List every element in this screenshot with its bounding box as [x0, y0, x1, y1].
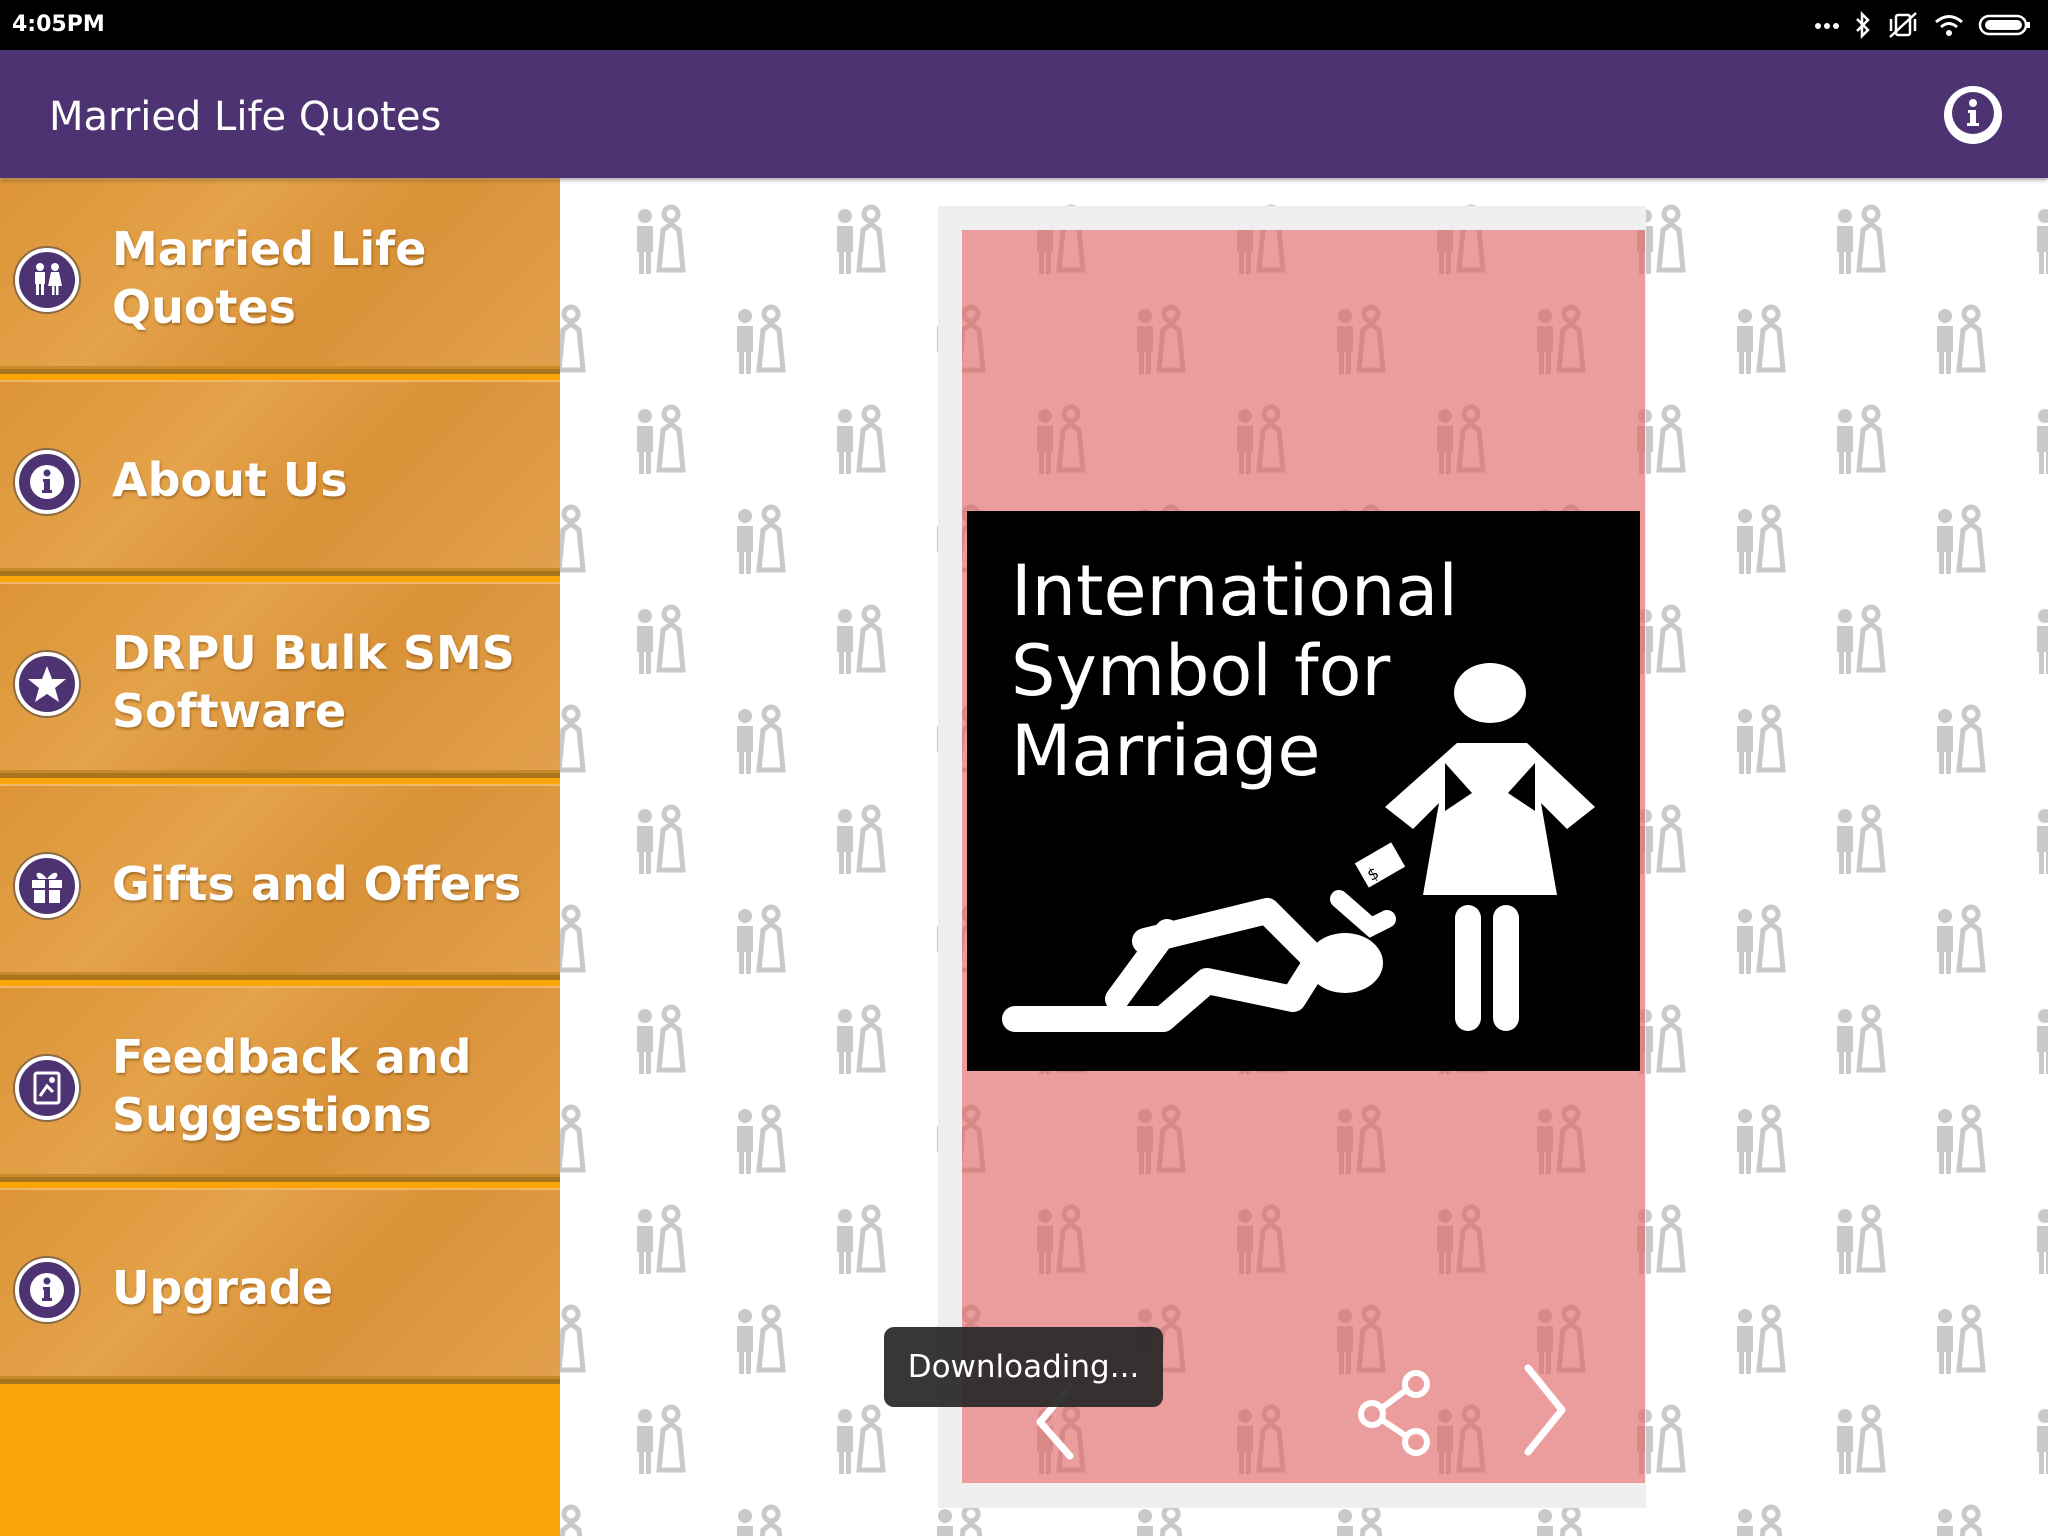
star-icon: [15, 652, 79, 716]
drawer-item-drpu-bulk-sms[interactable]: DRPU Bulk SMS Software: [0, 582, 560, 778]
chevron-right-icon: [1518, 1364, 1568, 1462]
vibrate-off-icon: [1886, 11, 1920, 39]
status-bar: 4:05PM: [0, 0, 2048, 50]
drawer-item-married-life-quotes[interactable]: Married Life Quotes: [0, 178, 560, 374]
wifi-icon: [1934, 13, 1964, 37]
share-icon: [1356, 1370, 1436, 1460]
share-button[interactable]: [1356, 1370, 1436, 1461]
status-time: 4:05PM: [12, 12, 105, 37]
chevron-left-icon: [1030, 1382, 1080, 1464]
drawer-item-label: Feedback and Suggestions: [112, 1030, 472, 1142]
quote-image[interactable]: $ International Symbol for Marriage: [967, 511, 1640, 1071]
drawer-item-gifts-and-offers[interactable]: Gifts and Offers: [0, 784, 560, 980]
download-toast: Downloading...: [884, 1327, 1163, 1407]
drawer-item-about-us[interactable]: About Us: [0, 380, 560, 576]
drawer-item-label: About Us: [112, 453, 348, 507]
info-icon: [1950, 90, 1996, 141]
info-icon: [15, 1258, 79, 1322]
drawer-item-label: Gifts and Offers: [112, 857, 522, 911]
app-title: Married Life Quotes: [49, 94, 442, 140]
toast-text: Downloading...: [907, 1349, 1140, 1385]
drawer-item-label: DRPU Bulk SMS Software: [112, 626, 515, 738]
app-bar: Married Life Quotes: [0, 50, 2048, 178]
drawer-item-label: Upgrade: [112, 1261, 334, 1315]
bluetooth-icon: [1854, 11, 1872, 39]
drawer-item-feedback[interactable]: Feedback and Suggestions: [0, 986, 560, 1182]
info-icon: [15, 450, 79, 514]
battery-icon: [1978, 13, 2032, 37]
quote-text: International Symbol for Marriage: [1011, 550, 1458, 792]
couple-icon: [15, 248, 79, 312]
drawer-item-label: Married Life Quotes: [112, 222, 427, 334]
next-button[interactable]: [1518, 1362, 1568, 1463]
status-icons: [1814, 8, 2032, 42]
gift-icon: [15, 854, 79, 918]
drawer-item-upgrade[interactable]: Upgrade: [0, 1188, 560, 1384]
app-info-button[interactable]: [1944, 86, 2002, 144]
more-dots-icon: [1814, 20, 1840, 30]
navigation-drawer: Married Life Quotes About Us DRPU Bulk S…: [0, 178, 560, 1536]
feedback-icon: [15, 1056, 79, 1120]
